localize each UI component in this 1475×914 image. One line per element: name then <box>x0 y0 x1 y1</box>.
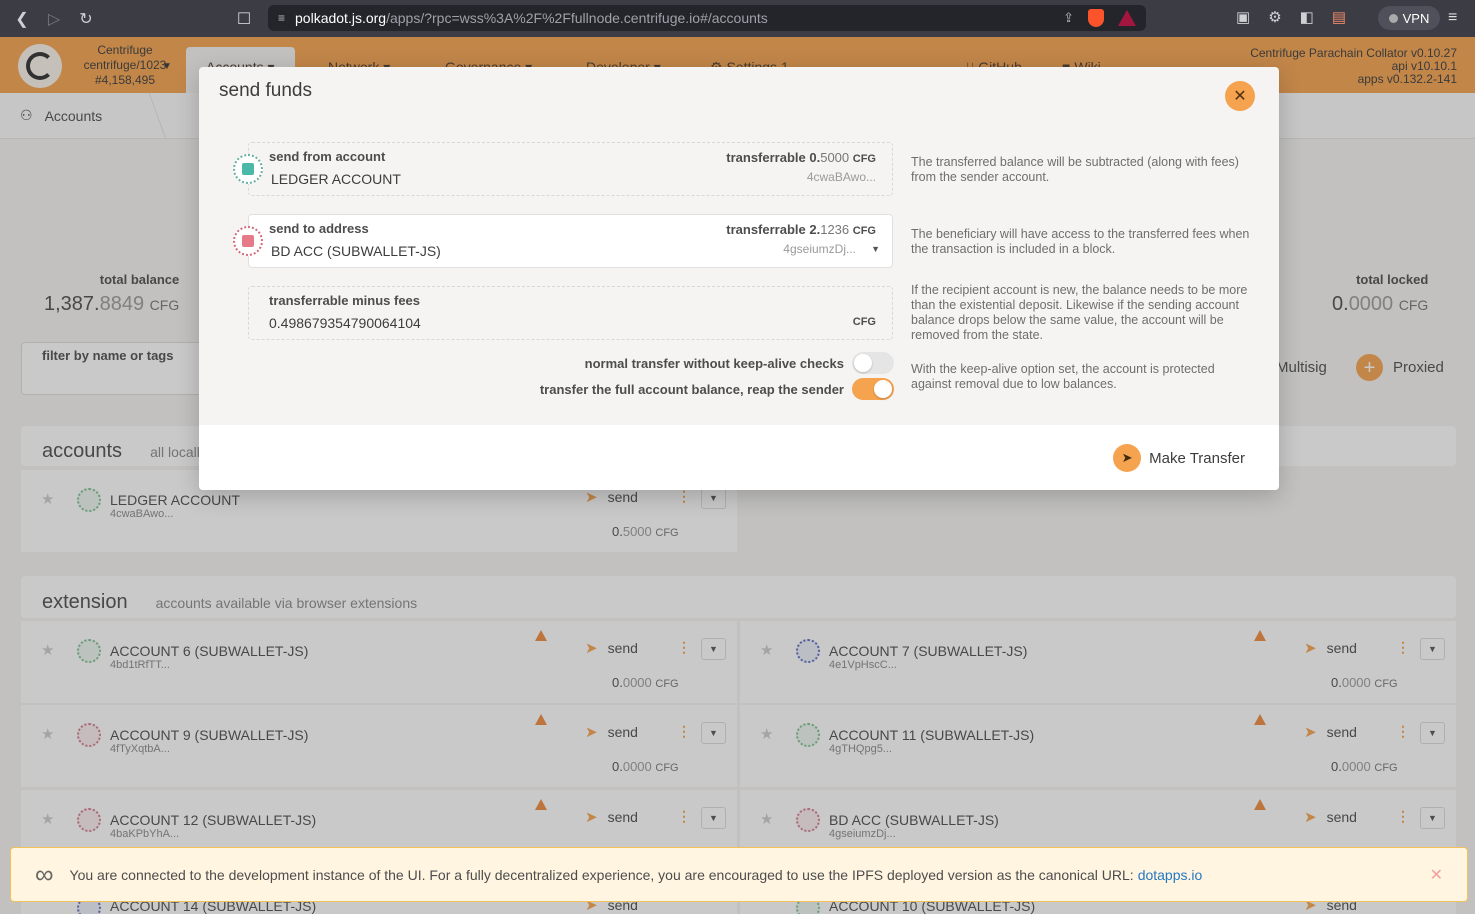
notice-text: You are connected to the development ins… <box>69 866 1134 883</box>
browser-toolbar: ❮ ▷ ↻ ☐ ≡ polkadot.js.org/apps/?rpc=wss%… <box>0 0 1475 37</box>
wallet-icon[interactable]: ▤ <box>1332 8 1346 26</box>
keep-alive-toggle-row: normal transfer without keep-alive check… <box>585 352 894 374</box>
site-info-icon[interactable]: ≡ <box>278 11 285 25</box>
close-icon: ✕ <box>1233 88 1247 105</box>
dev-instance-notice: ∞ You are connected to the development i… <box>10 847 1468 902</box>
send-from-label: send from account <box>269 149 386 164</box>
send-from-field: send from account LEDGER ACCOUNT transfe… <box>233 142 893 196</box>
brave-shields-icon[interactable] <box>1088 9 1104 27</box>
extensions-icon[interactable]: ⚙ <box>1268 8 1281 26</box>
help-amount: If the recipient account is new, the bal… <box>911 283 1248 342</box>
reload-icon[interactable]: ↻ <box>70 0 102 37</box>
vpn-status-icon <box>1388 13 1398 23</box>
send-to-value: BD ACC (SUBWALLET-JS) <box>271 243 441 259</box>
vpn-button[interactable]: VPN <box>1378 6 1440 30</box>
back-icon[interactable]: ❮ <box>6 0 38 37</box>
url-host: polkadot.js.org <box>295 10 387 26</box>
forward-icon[interactable]: ▷ <box>38 0 70 37</box>
brave-rewards-icon[interactable] <box>1118 10 1136 26</box>
help-send-from: The transferred balance will be subtract… <box>911 155 1239 184</box>
modal-footer: ➤ Make Transfer <box>199 425 1279 490</box>
chevron-down-icon[interactable]: ▼ <box>871 244 880 254</box>
close-button[interactable]: ✕ <box>1225 81 1255 111</box>
amount-field[interactable]: transferrable minus fees 0.4986793547900… <box>248 286 893 340</box>
amount-unit: CFG <box>852 316 876 328</box>
modal-title: send funds <box>219 80 312 101</box>
send-funds-modal: send funds ✕ send from account LEDGER AC… <box>199 67 1279 490</box>
amount-value: 0.498679354790064104 <box>269 315 421 331</box>
keep-alive-toggle-label: normal transfer without keep-alive check… <box>584 355 844 371</box>
amount-label: transferrable minus fees <box>269 293 421 308</box>
sidebar-icon[interactable]: ◧ <box>1300 8 1314 26</box>
keep-alive-toggle[interactable] <box>852 352 894 374</box>
make-transfer-label: Make Transfer <box>1149 449 1245 467</box>
url-path: /apps/?rpc=wss%3A%2F%2Ffullnode.centrifu… <box>386 10 768 26</box>
bookmark-icon[interactable]: ☐ <box>228 0 260 37</box>
link-icon: ∞ <box>35 859 54 889</box>
close-icon[interactable]: ✕ <box>1430 865 1443 885</box>
reap-toggle[interactable] <box>852 378 894 400</box>
help-keep-alive: With the keep-alive option set, the acco… <box>911 362 1215 391</box>
share-icon[interactable]: ⇪ <box>1063 10 1074 26</box>
identicon <box>233 226 263 256</box>
extension-subwallet-icon[interactable]: ▣ <box>1236 8 1250 26</box>
vpn-label: VPN <box>1402 10 1430 26</box>
reap-toggle-row: transfer the full account balance, reap … <box>540 378 894 400</box>
send-to-label: send to address <box>269 221 369 236</box>
send-to-field[interactable]: send to address BD ACC (SUBWALLET-JS) tr… <box>233 214 893 268</box>
identicon <box>233 154 263 184</box>
send-from-value: LEDGER ACCOUNT <box>271 171 401 187</box>
send-from-transferrable: transferrable 0.5000 CFG <box>726 150 876 165</box>
paper-plane-icon: ➤ <box>1113 444 1142 472</box>
notice-link[interactable]: dotapps.io <box>1138 867 1203 883</box>
send-to-transferrable: transferrable 2.1236 CFG <box>726 222 876 237</box>
browser-menu-icon[interactable]: ≡ <box>1448 9 1457 27</box>
send-from-address: 4cwaBAwo... <box>806 170 876 184</box>
address-bar[interactable]: ≡ polkadot.js.org/apps/?rpc=wss%3A%2F%2F… <box>268 5 1146 31</box>
send-to-address: 4gseiumzDj... <box>783 242 856 256</box>
make-transfer-button[interactable]: ➤ Make Transfer <box>1113 444 1245 472</box>
help-send-to: The beneficiary will have access to the … <box>911 227 1250 256</box>
reap-toggle-label: transfer the full account balance, reap … <box>539 381 844 397</box>
